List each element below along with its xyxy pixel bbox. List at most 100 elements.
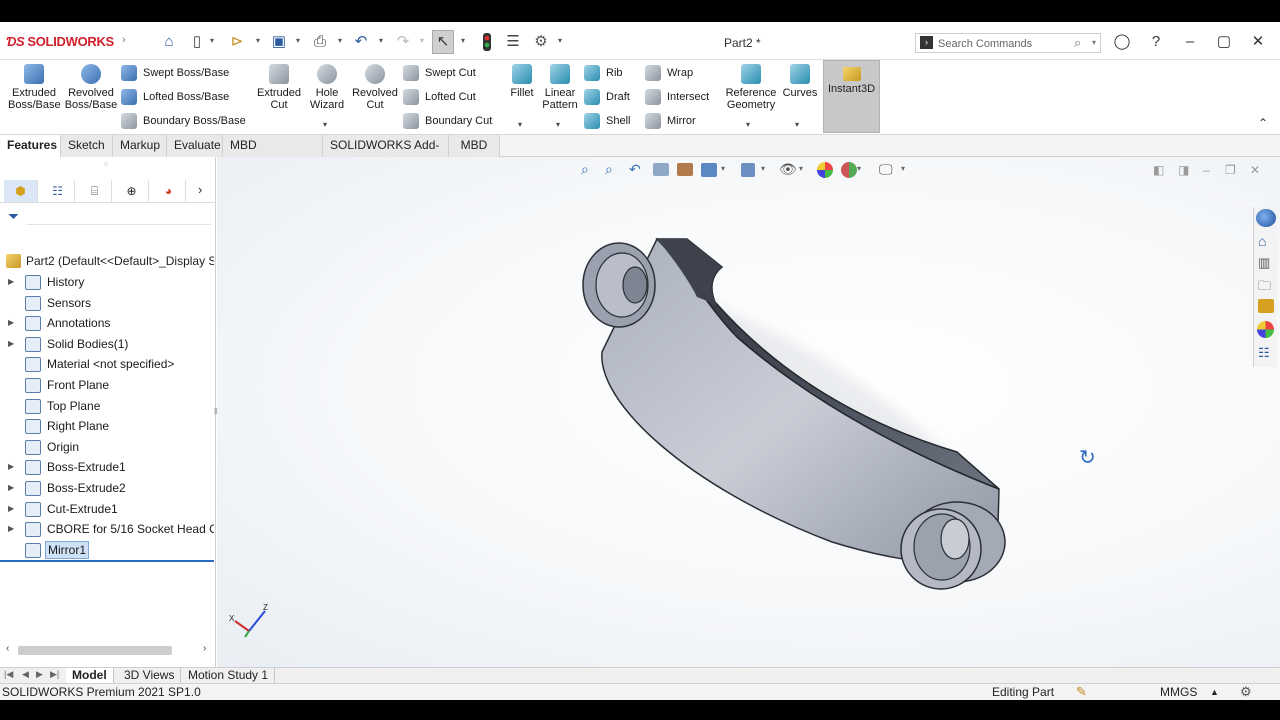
undo-icon[interactable]: ↶ (352, 33, 370, 51)
expand-arrow-icon[interactable]: ▶ (8, 334, 14, 354)
swept-cut-button[interactable]: Swept Cut (403, 63, 476, 83)
user-account-icon[interactable]: ◯ (1112, 32, 1132, 52)
propertymanager-tab-icon[interactable]: ☷ (41, 180, 75, 202)
graphics-area[interactable]: ⌕ ⌕ ↶ ▾ ▾ 👁 ▾ ▾ 🖵 ▾ ◧ ◨ – ❐ ✕ ↻ Z X ⌂ ▥ … (217, 157, 1280, 667)
tab-model[interactable]: Model (66, 668, 114, 684)
home-icon[interactable]: ⌂ (1258, 233, 1266, 249)
print-icon[interactable]: ⎙ (311, 33, 329, 51)
file-explorer-icon[interactable]: 🗀 (1258, 277, 1271, 299)
lofted-boss-button[interactable]: Lofted Boss/Base (121, 87, 229, 107)
minimize-button[interactable]: – (1180, 32, 1200, 52)
tree-item[interactable]: ▶ Boss-Extrude1 (0, 457, 214, 477)
chevron-down-icon[interactable]: ▾ (338, 37, 346, 45)
chevron-down-icon[interactable]: ▾ (420, 37, 428, 45)
expand-arrow-icon[interactable]: ▶ (8, 499, 14, 519)
boundary-cut-button[interactable]: Boundary Cut (403, 111, 492, 131)
previous-tab-icon[interactable]: ◀ (22, 669, 29, 680)
wrap-button[interactable]: Wrap (645, 63, 693, 83)
redo-icon[interactable]: ↷ (394, 33, 412, 51)
fillet-button[interactable]: Fillet (505, 64, 539, 99)
tree-item[interactable]: ▶ Cut-Extrude1 (0, 499, 214, 519)
horizontal-scrollbar[interactable] (18, 646, 172, 655)
instant3d-button[interactable]: Instant3D (823, 60, 880, 133)
chevron-down-icon[interactable]: ▾ (210, 37, 218, 45)
tree-item[interactable]: ▶ CBORE for 5/16 Socket Head Cap (0, 519, 214, 539)
tree-item[interactable]: Origin (0, 437, 214, 457)
tab-solidworks-add-ins[interactable]: SOLIDWORKS Add-Ins (323, 135, 449, 173)
reference-geometry-button[interactable]: Reference Geometry (724, 64, 778, 111)
gear-icon[interactable]: ⚙ (532, 33, 550, 51)
filter-icon[interactable]: ⏷ (8, 208, 19, 225)
tree-item[interactable]: Right Plane (0, 416, 214, 436)
appearances-icon[interactable] (1257, 321, 1274, 338)
last-tab-icon[interactable]: ▶| (50, 669, 59, 680)
tree-item[interactable]: Mirror1 (0, 540, 214, 560)
rib-button[interactable]: Rib (584, 63, 623, 83)
swept-boss-button[interactable]: Swept Boss/Base (121, 63, 229, 83)
expand-arrow-icon[interactable]: ▶ (8, 519, 14, 539)
chevron-down-icon[interactable]: ▾ (296, 37, 304, 45)
tree-item[interactable]: ▶ Annotations (0, 313, 214, 333)
chevron-up-icon[interactable]: ▲ (1210, 684, 1219, 700)
tab-mbd-dimensions[interactable]: MBD Dimensions (223, 135, 323, 173)
panel-grip-icon[interactable]: ○ (104, 161, 108, 168)
design-library-icon[interactable]: ▥ (1258, 255, 1270, 271)
view-palette-icon[interactable] (1258, 299, 1274, 313)
select-pointer-icon[interactable]: ↖ (432, 30, 454, 54)
unit-system[interactable]: MMGS (1160, 684, 1197, 700)
expand-arrow-icon[interactable]: ▶ (8, 457, 14, 477)
tab-features[interactable]: Features (0, 135, 61, 157)
configurationmanager-tab-icon[interactable]: ⌸ (78, 180, 112, 202)
draft-button[interactable]: Draft (584, 87, 630, 107)
solidworks-resources-icon[interactable] (1256, 209, 1276, 227)
tab-3d-views[interactable]: 3D Views (118, 668, 182, 684)
chevron-right-icon[interactable]: › (198, 182, 202, 197)
new-document-icon[interactable]: ▯ (188, 33, 206, 51)
rollback-bar[interactable] (0, 560, 214, 562)
tree-item[interactable]: Material <not specified> (0, 354, 214, 374)
open-folder-icon[interactable]: ⊳ (228, 33, 246, 51)
tab-mbd[interactable]: MBD (449, 135, 500, 157)
file-properties-icon[interactable]: ☰ (504, 33, 522, 51)
next-tab-icon[interactable]: ▶ (36, 669, 43, 680)
maximize-button[interactable]: ▢ (1214, 32, 1234, 52)
filter-input[interactable] (27, 207, 211, 225)
revolved-cut-button[interactable]: Revolved Cut (351, 64, 399, 111)
tree-item[interactable]: Top Plane (0, 396, 214, 416)
mirror-button[interactable]: Mirror (645, 111, 696, 131)
tab-sketch[interactable]: Sketch (61, 135, 113, 157)
rebuild-status-icon[interactable]: ✎ (1076, 684, 1087, 700)
extruded-cut-button[interactable]: Extruded Cut (254, 64, 304, 111)
intersect-button[interactable]: Intersect (645, 87, 709, 107)
tab-motion-study[interactable]: Motion Study 1 (182, 668, 276, 684)
lofted-cut-button[interactable]: Lofted Cut (403, 87, 476, 107)
boundary-boss-button[interactable]: Boundary Boss/Base (121, 111, 246, 131)
expand-arrow-icon[interactable]: ▶ (8, 478, 14, 498)
tree-item[interactable]: Sensors (0, 293, 214, 313)
search-commands-field[interactable]: › Search Commands ⌕ ▾ (915, 33, 1101, 53)
scroll-left-icon[interactable]: ‹ (6, 643, 9, 654)
rebuild-traffic-light-icon[interactable] (478, 33, 496, 51)
chevron-down-icon[interactable]: ▾ (1092, 38, 1096, 47)
chevron-down-icon[interactable]: ▾ (323, 120, 327, 129)
tree-item[interactable]: ▶ Boss-Extrude2 (0, 478, 214, 498)
chevron-down-icon[interactable]: ▾ (518, 120, 522, 129)
part-model[interactable] (217, 157, 1280, 667)
home-icon[interactable]: ⌂ (160, 33, 178, 51)
revolved-boss-button[interactable]: Revolved Boss/Base (64, 64, 118, 111)
tree-item[interactable]: ▶ History (0, 272, 214, 292)
search-icon[interactable]: ⌕ (1074, 35, 1081, 51)
displaymanager-tab-icon[interactable]: ◕ (152, 180, 186, 202)
curves-button[interactable]: Curves (782, 64, 818, 99)
shell-button[interactable]: Shell (584, 111, 630, 131)
close-button[interactable]: ✕ (1248, 32, 1268, 52)
first-tab-icon[interactable]: |◀ (4, 669, 13, 680)
tab-evaluate[interactable]: Evaluate (167, 135, 223, 157)
save-icon[interactable]: ▣ (270, 33, 288, 51)
chevron-down-icon[interactable]: ▾ (461, 37, 469, 45)
tree-item[interactable]: Front Plane (0, 375, 214, 395)
chevron-down-icon[interactable]: ▾ (379, 37, 387, 45)
collapse-ribbon-icon[interactable]: ⌃ (1258, 116, 1268, 130)
customize-status-icon[interactable]: ⚙ (1240, 684, 1252, 700)
chevron-down-icon[interactable]: ▾ (795, 120, 799, 129)
